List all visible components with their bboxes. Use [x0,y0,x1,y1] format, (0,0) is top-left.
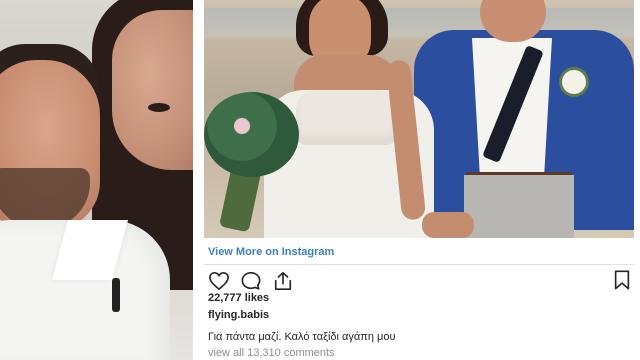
divider [204,264,634,265]
dress-bodice [296,90,396,145]
post-image[interactable] [204,0,634,238]
groom-pants [464,175,574,238]
post-username[interactable]: flying.babis [208,309,269,321]
woman-face [112,10,193,170]
comment-icon[interactable] [240,271,262,291]
bouquet [204,92,299,177]
view-more-link[interactable]: View More on Instagram [208,246,334,258]
bookmark-icon[interactable] [613,270,631,290]
view-comments-link[interactable]: view all 13,310 comments [208,347,335,359]
woman-eye [148,103,170,112]
likes-count[interactable]: 22,777 likes [208,292,269,304]
post-caption: Για πάντα μαζί. Καλό ταξίδι αγάπη μου [208,331,396,343]
boutonniere [562,70,586,94]
pen [112,278,120,312]
held-hands [422,212,474,238]
heart-icon[interactable] [208,271,230,291]
share-icon[interactable] [272,271,294,291]
selfie-photo [0,0,193,360]
